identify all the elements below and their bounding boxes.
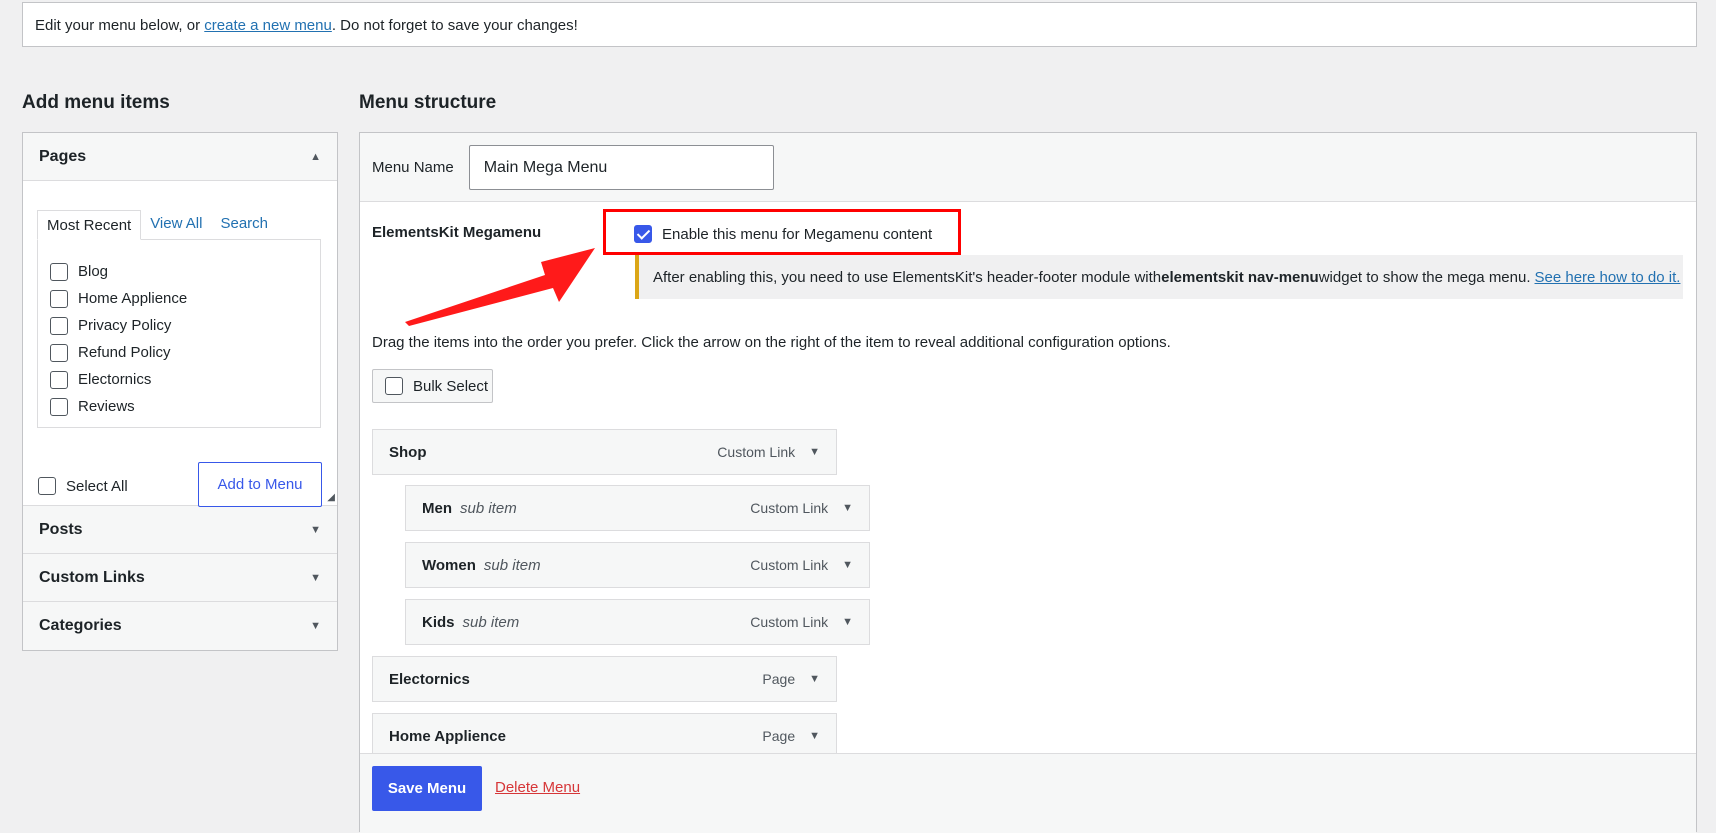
menu-item-kids[interactable]: Kids sub item Custom Link ▼ [405, 599, 870, 645]
page-label-privacy-policy: Privacy Policy [78, 317, 172, 334]
enable-megamenu-label: Enable this menu for Megamenu content [662, 225, 933, 243]
chevron-down-icon[interactable]: ▼ [842, 559, 853, 571]
select-all-row[interactable]: Select All [38, 477, 128, 495]
checkbox[interactable] [50, 343, 68, 362]
chevron-up-icon: ▲ [310, 150, 321, 163]
save-menu-button[interactable]: Save Menu [372, 766, 482, 811]
posts-title: Posts [39, 520, 83, 538]
chevron-down-icon[interactable]: ▼ [842, 616, 853, 628]
tab-search[interactable]: Search [211, 209, 277, 239]
page-label-reviews: Reviews [78, 398, 135, 415]
checkbox[interactable] [50, 262, 68, 281]
add-to-menu-button[interactable]: Add to Menu [198, 462, 322, 507]
menu-item-title: Home Applience [389, 727, 506, 745]
chevron-down-icon: ▼ [310, 523, 321, 536]
custom-links-accordion-header[interactable]: Custom Links ▼ [23, 554, 337, 602]
chevron-down-icon[interactable]: ▼ [809, 730, 820, 742]
categories-accordion-header[interactable]: Categories ▼ [23, 602, 337, 650]
create-new-menu-link[interactable]: create a new menu [204, 17, 332, 34]
add-menu-items-heading: Add menu items [22, 92, 170, 113]
chevron-down-icon: ▼ [310, 571, 321, 584]
megamenu-info-notice: After enabling this, you need to use Ele… [635, 255, 1683, 299]
menu-name-label: Menu Name [372, 158, 454, 176]
custom-links-title: Custom Links [39, 568, 145, 586]
menu-item-shop[interactable]: Shop Custom Link ▼ [372, 429, 837, 475]
menu-structure-heading: Menu structure [359, 92, 497, 113]
menu-item-title: Women [422, 556, 476, 574]
notice-text-before: Edit your menu below, or [35, 17, 205, 34]
list-item[interactable]: Home Applience [50, 285, 308, 312]
menu-item-sub-label: sub item [483, 556, 541, 574]
info-text-after: widget to show the mega menu. [1318, 268, 1531, 286]
menu-item-type: Page [762, 728, 796, 744]
checkbox[interactable] [50, 289, 68, 308]
notice-text-after: . Do not forget to save your changes! [331, 17, 578, 34]
menu-item-type: Custom Link [750, 500, 829, 516]
list-item[interactable]: Reviews [50, 393, 308, 420]
page-label-home-applience: Home Applience [78, 290, 188, 307]
menu-item-title: Electornics [389, 670, 470, 688]
tab-view-all[interactable]: View All [141, 209, 211, 239]
pages-list: Blog Home Applience Privacy Policy Refun… [37, 239, 321, 428]
menu-item-sub-label: sub item [460, 499, 517, 517]
checkbox[interactable] [50, 316, 68, 335]
drag-instructions: Drag the items into the order you prefer… [372, 334, 1171, 351]
menu-footer-bar: Save Menu Delete Menu [360, 753, 1696, 833]
pages-accordion-body: Most Recent View All Search Blog Home Ap… [23, 181, 337, 507]
chevron-down-icon[interactable]: ▼ [809, 446, 820, 458]
categories-title: Categories [39, 617, 122, 634]
list-item[interactable]: Blog [50, 258, 308, 285]
list-item[interactable]: Privacy Policy [50, 312, 308, 339]
bulk-select-label: Bulk Select [413, 377, 489, 395]
red-arrow-annotation [405, 248, 595, 326]
enable-megamenu-row[interactable]: Enable this menu for Megamenu content [634, 225, 932, 243]
menu-item-type: Page [762, 671, 796, 687]
info-text-before: After enabling this, you need to use Ele… [653, 268, 1162, 286]
chevron-down-icon[interactable]: ▼ [809, 673, 820, 685]
menu-item-type: Custom Link [750, 614, 829, 630]
add-menu-items-panel: Pages ▲ Most Recent View All Search Blog… [22, 132, 338, 651]
list-item[interactable]: Refund Policy [50, 339, 308, 366]
chevron-down-icon[interactable]: ▼ [842, 502, 853, 514]
notice-bar: Edit your menu below, or create a new me… [22, 2, 1697, 47]
menu-item-type: Custom Link [750, 557, 829, 573]
enable-megamenu-checkbox[interactable] [634, 225, 652, 243]
pages-tabs: Most Recent View All Search [37, 209, 321, 240]
select-all-label: Select All [66, 477, 128, 495]
pages-accordion-header[interactable]: Pages ▲ [23, 133, 337, 181]
menu-structure-panel: Menu Name Main Mega Menu ElementsKit Meg… [359, 132, 1697, 833]
arrow-shape [405, 248, 595, 326]
menu-item-title: Kids [422, 613, 455, 631]
menu-item-type: Custom Link [717, 444, 796, 460]
pages-title: Pages [39, 147, 87, 165]
menu-item-title: Shop [389, 443, 427, 461]
menu-name-input[interactable]: Main Mega Menu [468, 144, 774, 190]
menu-item-sub-label: sub item [462, 613, 520, 631]
bulk-select-checkbox[interactable] [385, 377, 403, 395]
see-how-link[interactable]: See here how to do it. [1535, 269, 1681, 286]
menu-name-bar: Menu Name Main Mega Menu [360, 133, 1696, 202]
page-label-blog: Blog [78, 263, 109, 280]
menu-item-electornics[interactable]: Electornics Page ▼ [372, 656, 837, 702]
select-all-checkbox[interactable] [38, 477, 56, 495]
page-label-refund-policy: Refund Policy [78, 344, 171, 361]
list-item[interactable]: Electornics [50, 366, 308, 393]
menu-item-men[interactable]: Men sub item Custom Link ▼ [405, 485, 870, 531]
delete-menu-link[interactable]: Delete Menu [495, 779, 580, 796]
page-label-electornics: Electornics [78, 371, 152, 388]
tab-most-recent[interactable]: Most Recent [37, 210, 142, 240]
posts-accordion-header[interactable]: Posts ▼ [23, 506, 337, 554]
checkbox[interactable] [50, 370, 68, 389]
resize-handle-icon[interactable]: ◢ [327, 492, 335, 503]
chevron-down-icon: ▼ [310, 620, 321, 632]
info-text-bold: elementskit nav-menu [1161, 268, 1319, 286]
checkbox[interactable] [50, 397, 68, 416]
bulk-select-button[interactable]: Bulk Select [372, 369, 493, 403]
elementskit-megamenu-label: ElementsKit Megamenu [372, 224, 542, 241]
menu-item-women[interactable]: Women sub item Custom Link ▼ [405, 542, 870, 588]
menu-item-title: Men [422, 499, 452, 517]
